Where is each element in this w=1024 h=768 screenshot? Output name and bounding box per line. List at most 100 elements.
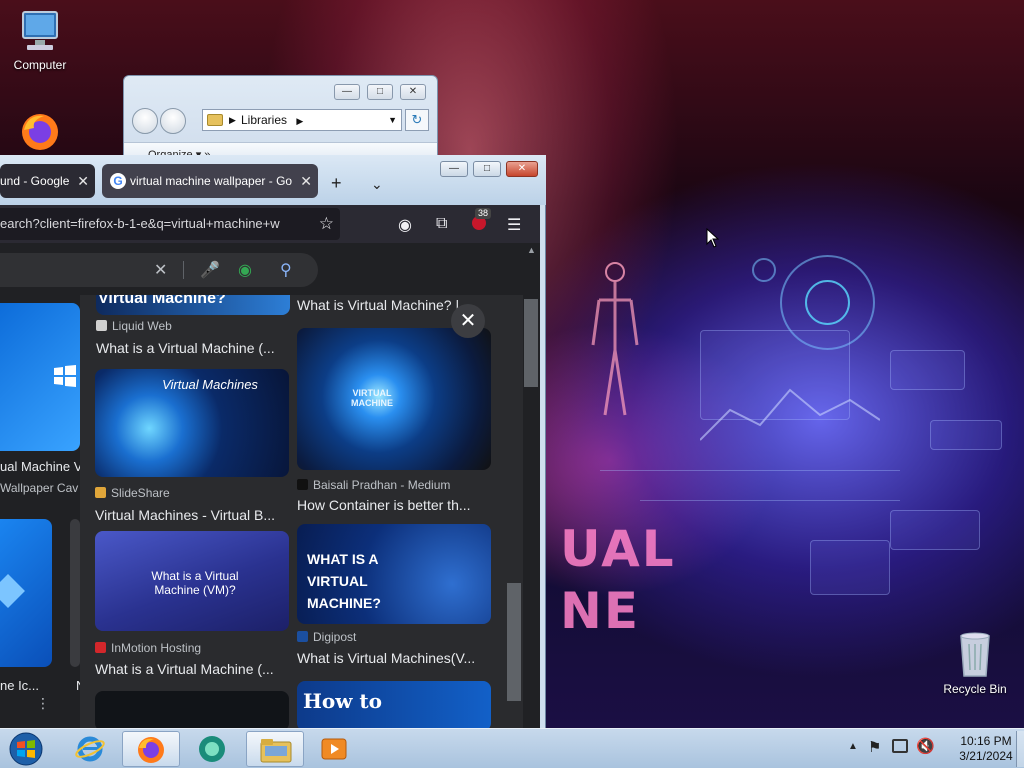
clock-time: 10:16 PM <box>960 734 1012 748</box>
menu-hamburger-icon[interactable]: ☰ <box>507 215 521 235</box>
tab-title: und - Google <box>0 174 70 188</box>
list-tabs-chevron-icon[interactable]: ⌄ <box>371 176 383 193</box>
breadcrumb-arrow-icon: ▶ <box>229 115 236 125</box>
firefox-window[interactable]: — □ ✕ und - Google ✕ G virtual machine w… <box>0 155 546 728</box>
close-tab-icon[interactable]: ✕ <box>77 164 89 198</box>
address-bar[interactable]: ▶ Libraries ▶ ▼ <box>202 109 402 131</box>
result-source: InMotion Hosting <box>95 641 201 655</box>
result-title: What is Virtual Machines(V... <box>297 650 476 666</box>
close-tab-icon[interactable]: ✕ <box>300 164 312 198</box>
nav-buttons <box>132 108 192 134</box>
search-icon[interactable]: ⚲ <box>280 260 292 280</box>
result-source: SlideShare <box>95 486 170 500</box>
start-button[interactable] <box>6 731 46 767</box>
favicon-icon <box>96 320 107 331</box>
libraries-folder-icon <box>207 114 223 126</box>
firefox-icon <box>22 114 58 150</box>
result-thumbnail[interactable] <box>0 519 52 667</box>
page-scrollbar[interactable]: ▲ <box>523 243 540 728</box>
google-favicon-icon: G <box>110 173 126 189</box>
taskbar-bing[interactable] <box>186 731 238 767</box>
result-title: What is a Virtual Machine (... <box>95 661 274 677</box>
maximize-button[interactable]: □ <box>367 84 393 100</box>
action-center-flag-icon[interactable]: ⚑ <box>868 738 881 756</box>
google-lens-icon[interactable]: ◉ <box>238 260 252 280</box>
result-image: How to <box>297 681 491 728</box>
result-source: Digipost <box>297 630 356 644</box>
hud-line-decoration <box>600 470 900 471</box>
scrollbar-thumb[interactable] <box>507 583 521 701</box>
url-text: earch?client=firefox-b-1-e&q=virtual+mac… <box>0 216 280 231</box>
close-preview-button[interactable]: ✕ <box>451 304 485 338</box>
close-button[interactable]: ✕ <box>400 84 426 100</box>
desktop-icon-computer[interactable]: Computer <box>0 10 80 72</box>
forward-button[interactable] <box>160 108 186 134</box>
system-clock[interactable]: 10:16 PM 3/21/2024 <box>956 734 1016 764</box>
desktop-icon-recycle-bin[interactable]: Recycle Bin <box>935 630 1015 696</box>
minimize-button[interactable]: — <box>334 84 360 100</box>
result-title: Virtual Machines - Virtual B... <box>95 507 276 523</box>
pocket-icon[interactable]: ◉ <box>398 215 412 235</box>
desktop-icon-firefox[interactable] <box>0 110 80 158</box>
volume-muted-icon[interactable]: 🔇 <box>916 737 935 755</box>
hud-ring-decoration <box>752 258 776 282</box>
favicon-icon <box>95 642 106 653</box>
result-source: Baisali Pradhan - Medium <box>297 478 450 492</box>
google-search-box[interactable]: ✕ 🎤 ◉ ⚲ <box>0 253 318 287</box>
scrollbar-thumb[interactable] <box>524 299 538 387</box>
taskbar-firefox[interactable] <box>122 731 180 767</box>
hologram-figure <box>591 262 639 416</box>
result-thumbnail[interactable] <box>0 303 80 451</box>
media-player-icon <box>321 738 347 760</box>
network-icon[interactable] <box>892 739 908 753</box>
system-tray: ▲ ⚑ 🔇 10:16 PM 3/21/2024 <box>834 729 1024 768</box>
show-desktop-button[interactable] <box>1016 731 1024 767</box>
clear-search-icon[interactable]: ✕ <box>154 260 167 280</box>
result-title[interactable]: ual Machine V <box>0 459 82 474</box>
tab-strip: und - Google ✕ G virtual machine wallpap… <box>0 161 540 203</box>
bookmark-star-icon[interactable]: ☆ <box>319 208 334 240</box>
taskbar-explorer[interactable] <box>246 731 304 767</box>
tab-virtual-machine-wallpaper[interactable]: G virtual machine wallpaper - Go ✕ <box>102 164 318 198</box>
result-image: Virtual Machine? <box>96 295 290 315</box>
explorer-window[interactable]: — □ ✕ ▶ Libraries ▶ ▼ ↻ Organize ▾ » <box>123 75 438 165</box>
hud-panel-decoration <box>890 510 980 550</box>
result-title: What is a Virtual Machine (... <box>96 340 275 356</box>
voice-search-icon[interactable]: 🎤 <box>200 260 220 280</box>
box-graphic-icon <box>0 574 25 608</box>
more-options-icon[interactable]: ⋮ <box>36 695 50 712</box>
dropdown-arrow-icon[interactable]: ▼ <box>388 110 397 130</box>
desktop-icon-label: Computer <box>13 58 67 72</box>
tab-google-background[interactable]: und - Google ✕ <box>0 164 95 198</box>
computer-icon <box>22 11 58 50</box>
refresh-button[interactable]: ↻ <box>405 109 429 131</box>
image-caption: WHAT IS A VIRTUAL MACHINE? <box>307 551 381 611</box>
clock-date: 3/21/2024 <box>959 749 1013 763</box>
address-text: Libraries <box>241 113 288 127</box>
bing-chat-icon <box>199 736 225 762</box>
result-image: Virtual Machines <box>95 369 289 477</box>
extensions-icon[interactable]: ⧉ <box>436 215 447 233</box>
result-source: Liquid Web <box>96 319 172 333</box>
preview-scrollbar[interactable] <box>505 383 522 728</box>
show-hidden-icons-chevron-icon[interactable]: ▲ <box>848 741 858 752</box>
taskbar-media-player[interactable] <box>308 731 360 767</box>
scroll-up-icon[interactable]: ▲ <box>527 245 536 255</box>
url-bar[interactable]: earch?client=firefox-b-1-e&q=virtual+mac… <box>0 208 340 240</box>
taskbar: ▲ ⚑ 🔇 10:16 PM 3/21/2024 <box>0 728 1024 768</box>
new-tab-button[interactable]: + <box>331 173 342 194</box>
firefox-icon <box>138 737 164 763</box>
internet-explorer-icon <box>75 736 105 762</box>
back-button[interactable] <box>132 108 158 134</box>
navigation-toolbar: earch?client=firefox-b-1-e&q=virtual+mac… <box>0 205 540 243</box>
desktop-icon-label: Recycle Bin <box>943 682 1007 696</box>
search-divider <box>183 261 184 279</box>
result-thumbnail[interactable] <box>70 519 80 667</box>
ublock-badge: 38 <box>475 208 492 219</box>
result-title[interactable]: ne Ic... <box>0 678 39 693</box>
image-caption: What is a Virtual Machine (VM)? <box>151 569 239 597</box>
result-image: VIRTUAL MACHINE <box>297 328 491 470</box>
recycle-bin-icon <box>960 632 990 677</box>
taskbar-internet-explorer[interactable] <box>64 731 116 767</box>
result-source: Wallpaper Cav <box>0 481 79 495</box>
